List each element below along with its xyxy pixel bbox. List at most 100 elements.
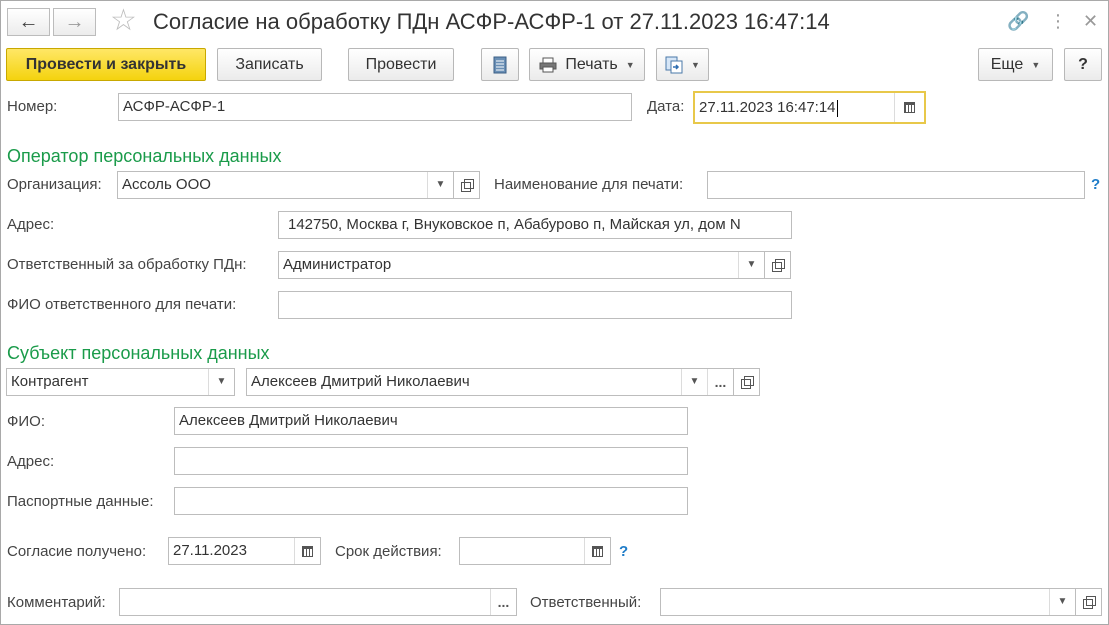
comment-edit-button[interactable]: ... — [490, 589, 516, 615]
date-value: 27.11.2023 16:47:14 — [699, 99, 836, 116]
number-field[interactable]: АСФР-АСФР-1 — [118, 93, 632, 121]
print-button[interactable]: Печать ▼ — [529, 48, 645, 81]
more-actions-button[interactable]: Еще ▼ — [978, 48, 1053, 81]
validity-label: Срок действия: — [335, 543, 442, 560]
dropdown-caret-icon: ▼ — [691, 59, 700, 70]
chevron-down-icon: ▼ — [435, 179, 446, 190]
print-label: Печать — [565, 55, 618, 73]
validity-field[interactable]: . . — [459, 537, 611, 565]
journal-button[interactable] — [481, 48, 519, 81]
responsible-dropdown-button[interactable]: ▼ — [738, 252, 764, 278]
save-label: Записать — [235, 55, 304, 73]
print-name-label: Наименование для печати: — [494, 176, 684, 193]
subject-dropdown-button[interactable]: ▼ — [681, 369, 707, 395]
responsible-open-button[interactable] — [765, 251, 791, 279]
passport-field[interactable] — [174, 487, 688, 515]
arrow-left-icon: ← — [18, 10, 39, 33]
chevron-down-icon: ▼ — [216, 376, 227, 387]
post-button[interactable]: Провести — [348, 48, 454, 81]
create-based-on-icon — [665, 56, 683, 73]
window-title: Согласие на обработку ПДн АСФР-АСФР-1 от… — [153, 9, 830, 34]
responsible-print-field[interactable] — [278, 291, 792, 319]
subject-address-field[interactable] — [174, 447, 688, 475]
calendar-icon — [592, 545, 603, 557]
subject-type-field[interactable]: Контрагент ▼ — [6, 368, 235, 396]
close-icon[interactable]: ✕ — [1083, 9, 1098, 33]
post-label: Провести — [365, 55, 437, 73]
consent-received-value: 27.11.2023 — [173, 542, 247, 559]
subject-type-value: Контрагент — [11, 373, 89, 390]
back-button[interactable]: ← — [7, 8, 50, 36]
calendar-button[interactable] — [294, 538, 320, 564]
operator-section-title: Оператор персональных данных — [7, 146, 282, 166]
create-based-on-button[interactable]: ▼ — [656, 48, 709, 81]
calendar-button[interactable] — [894, 93, 924, 122]
calendar-button[interactable] — [584, 538, 610, 564]
post-and-close-label: Провести и закрыть — [25, 55, 187, 73]
organization-dropdown-button[interactable]: ▼ — [427, 172, 453, 198]
date-label: Дата: — [647, 98, 685, 115]
responsible-label: Ответственный за обработку ПДн: — [7, 256, 247, 273]
organization-label: Организация: — [7, 176, 102, 193]
consent-received-field[interactable]: 27.11.2023 — [168, 537, 321, 565]
number-label: Номер: — [7, 98, 58, 115]
fio-value: Алексеев Дмитрий Николаевич — [179, 412, 398, 429]
fio-field[interactable]: Алексеев Дмитрий Николаевич — [174, 407, 688, 435]
comment-field[interactable]: ... — [119, 588, 517, 616]
subject-value: Алексеев Дмитрий Николаевич — [251, 373, 470, 390]
print-name-field[interactable] — [707, 171, 1085, 199]
open-form-icon — [771, 259, 785, 272]
help-tooltip-icon[interactable]: ? — [1091, 176, 1100, 193]
subject-select-button[interactable]: ... — [707, 369, 733, 395]
save-button[interactable]: Записать — [217, 48, 322, 81]
organization-open-button[interactable] — [454, 171, 480, 199]
document-window: ← → ☆ Согласие на обработку ПДн АСФР-АСФ… — [0, 0, 1109, 625]
post-and-close-button[interactable]: Провести и закрыть — [6, 48, 206, 81]
help-button[interactable]: ? — [1064, 48, 1102, 81]
more-icon[interactable]: ⋮ — [1049, 9, 1067, 33]
printer-icon — [539, 57, 557, 72]
chevron-down-icon: ▼ — [1057, 596, 1068, 607]
subject-section-title: Субъект персональных данных — [7, 343, 270, 363]
chevron-down-icon: ▼ — [689, 376, 700, 387]
organization-value: Ассоль ООО — [122, 176, 211, 193]
help-label: ? — [1078, 55, 1088, 73]
chevron-down-icon: ▼ — [746, 259, 757, 270]
organization-field[interactable]: Ассоль ООО ▼ — [117, 171, 454, 199]
help-tooltip-icon[interactable]: ? — [619, 543, 628, 560]
arrow-right-icon: → — [64, 10, 85, 33]
dropdown-caret-icon: ▼ — [1031, 59, 1041, 70]
operator-address-value: 142750, Москва г, Внуковское п, Абабуров… — [288, 216, 741, 233]
ellipsis-icon: ... — [714, 374, 727, 390]
footer-responsible-open-button[interactable] — [1076, 588, 1102, 616]
calendar-icon — [302, 545, 313, 557]
list-document-icon — [493, 56, 507, 73]
subject-type-dropdown-button[interactable]: ▼ — [208, 369, 234, 395]
open-form-icon — [740, 376, 754, 389]
date-field[interactable]: 27.11.2023 16:47:14 — [693, 91, 926, 124]
footer-responsible-field[interactable]: ▼ — [660, 588, 1076, 616]
calendar-icon — [904, 102, 915, 113]
forward-button[interactable]: → — [53, 8, 96, 36]
footer-responsible-label: Ответственный: — [530, 594, 642, 611]
footer-responsible-dropdown-button[interactable]: ▼ — [1049, 589, 1075, 615]
favorite-star-icon[interactable]: ☆ — [110, 5, 137, 37]
open-form-icon — [1082, 596, 1096, 609]
fio-label: ФИО: — [7, 413, 46, 430]
responsible-value: Администратор — [283, 256, 392, 273]
subject-field[interactable]: Алексеев Дмитрий Николаевич ▼ ... — [246, 368, 734, 396]
open-form-icon — [460, 179, 474, 192]
comment-label: Комментарий: — [7, 594, 106, 611]
ellipsis-icon: ... — [497, 594, 510, 610]
consent-received-label: Согласие получено: — [7, 543, 147, 560]
more-label: Еще — [990, 55, 1024, 73]
responsible-field[interactable]: Администратор ▼ — [278, 251, 765, 279]
number-value: АСФР-АСФР-1 — [123, 98, 226, 115]
subject-open-button[interactable] — [734, 368, 760, 396]
passport-label: Паспортные данные: — [7, 493, 154, 510]
subject-address-label: Адрес: — [7, 453, 55, 470]
text-cursor — [836, 99, 838, 117]
link-icon[interactable]: 🔗 — [1007, 9, 1029, 33]
operator-address-field[interactable]: 142750, Москва г, Внуковское п, Абабуров… — [278, 211, 792, 239]
dropdown-caret-icon: ▼ — [625, 59, 635, 70]
